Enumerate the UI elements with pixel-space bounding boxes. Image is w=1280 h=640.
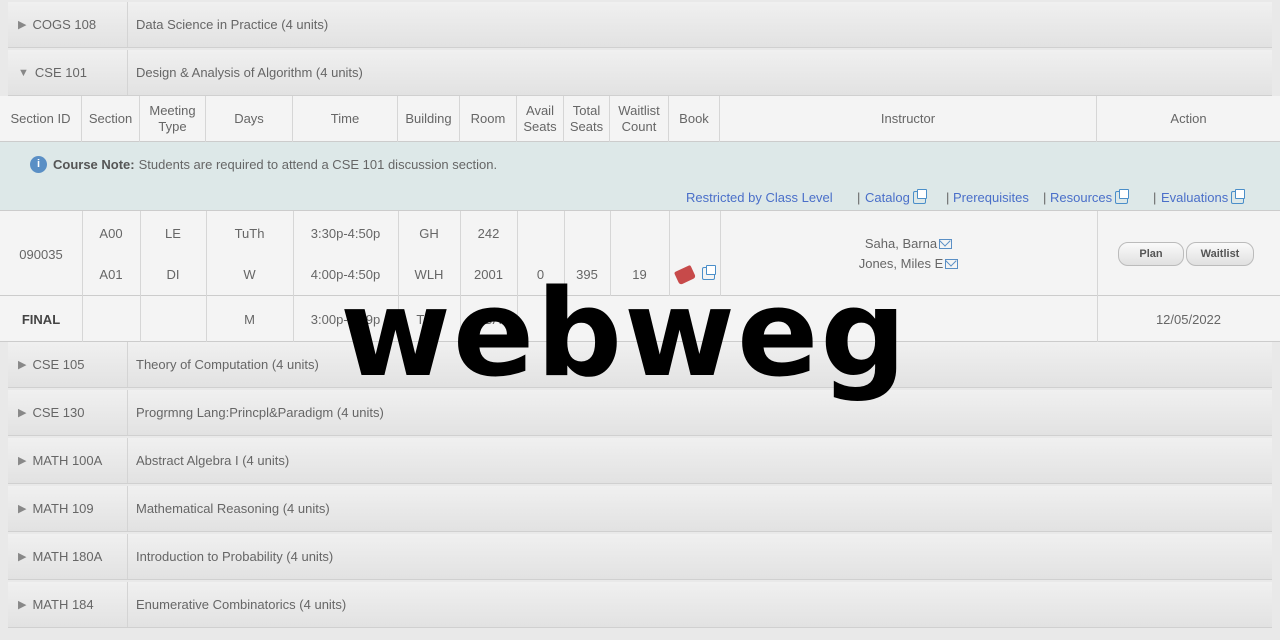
expand-triangle-icon[interactable]: ▶ <box>18 406 26 419</box>
waitlist-button[interactable]: Waitlist <box>1186 242 1254 266</box>
course-code: ▶ MATH 100A <box>8 438 128 483</box>
resources-link[interactable]: Resources <box>1050 189 1130 205</box>
course-row-math109[interactable]: ▶ MATH 109 Mathematical Reasoning (4 unit… <box>8 486 1272 532</box>
link-separator: | <box>946 190 950 205</box>
column-divider <box>82 211 83 296</box>
header-meeting-type: Meeting Type <box>140 96 206 142</box>
course-row-math100a[interactable]: ▶ MATH 100A Abstract Algebra I (4 units) <box>8 438 1272 484</box>
course-row-math180a[interactable]: ▶ MATH 180A Introduction to Probability (… <box>8 534 1272 580</box>
course-title: Mathematical Reasoning (4 units) <box>136 501 330 516</box>
course-row-cogs108[interactable]: ▶ COGS 108 Data Science in Practice (4 un… <box>8 2 1272 48</box>
course-note-text: Students are required to attend a CSE 10… <box>138 156 498 172</box>
expand-triangle-icon[interactable]: ▶ <box>18 598 26 611</box>
course-links-bar: Restricted by Class Level | Catalog | Pr… <box>0 186 1280 211</box>
instructor-1[interactable]: Saha, Barna <box>720 236 1097 251</box>
final-date: 12/05/2022 <box>1155 312 1222 327</box>
header-instructor: Instructor <box>720 96 1097 142</box>
header-room: Room <box>460 96 517 142</box>
header-time: Time <box>293 96 398 142</box>
room: 242 <box>477 226 500 241</box>
header-total-seats: Total Seats <box>564 96 610 142</box>
watermark-text: webweg <box>340 265 909 404</box>
catalog-link[interactable]: Catalog <box>865 189 927 205</box>
expand-triangle-icon[interactable]: ▶ <box>18 502 26 515</box>
expand-triangle-icon[interactable]: ▶ <box>18 18 26 31</box>
mail-icon[interactable] <box>945 259 959 269</box>
course-code: ▶ MATH 109 <box>8 486 128 531</box>
link-separator: | <box>1153 190 1157 205</box>
course-code: ▶ CSE 105 <box>8 342 128 387</box>
time: 3:30p-4:50p <box>310 226 381 241</box>
section-id: 090035 <box>19 247 63 262</box>
course-title: Theory of Computation (4 units) <box>136 357 319 372</box>
days: W <box>243 267 256 282</box>
link-separator: | <box>1043 190 1047 205</box>
final-days: M <box>244 312 255 327</box>
course-code: ▶ MATH 184 <box>8 582 128 627</box>
column-divider <box>140 211 141 296</box>
section-code: A00 <box>99 226 123 241</box>
building: GH <box>419 226 439 241</box>
prerequisites-link[interactable]: Prerequisites <box>953 190 1029 205</box>
evaluations-link[interactable]: Evaluations <box>1161 189 1246 205</box>
course-code: ▶ MATH 180A <box>8 534 128 579</box>
final-label: FINAL <box>21 312 61 327</box>
course-code: ▼ CSE 101 <box>8 50 128 95</box>
column-divider <box>1097 211 1098 296</box>
course-note: i Course Note: Students are required to … <box>0 142 1280 186</box>
link-separator: | <box>857 190 861 205</box>
course-code: ▶ CSE 130 <box>8 390 128 435</box>
column-divider <box>82 296 83 342</box>
header-section: Section <box>82 96 140 142</box>
restricted-link[interactable]: Restricted by Class Level <box>686 190 833 205</box>
expand-triangle-icon[interactable]: ▶ <box>18 550 26 563</box>
course-row-math184[interactable]: ▶ MATH 184 Enumerative Combinatorics (4 u… <box>8 582 1272 628</box>
mail-icon[interactable] <box>939 239 953 249</box>
course-title: Progrmng Lang:Princpl&Paradigm (4 units) <box>136 405 384 420</box>
expand-triangle-icon[interactable]: ▶ <box>18 358 26 371</box>
column-divider <box>206 211 207 296</box>
header-action: Action <box>1170 111 1207 126</box>
header-days: Days <box>206 96 293 142</box>
course-code: ▶ COGS 108 <box>8 2 128 47</box>
course-title: Enumerative Combinatorics (4 units) <box>136 597 347 612</box>
header-building: Building <box>398 96 460 142</box>
header-avail-seats: Avail Seats <box>517 96 564 142</box>
column-divider <box>140 296 141 342</box>
course-title: Design & Analysis of Algorithm (4 units) <box>136 65 363 80</box>
plan-button[interactable]: Plan <box>1118 242 1184 266</box>
course-note-label: Course Note: <box>53 156 135 172</box>
days: TuTh <box>234 226 265 241</box>
header-book: Book <box>669 96 720 142</box>
course-title: Introduction to Probability (4 units) <box>136 549 334 564</box>
collapse-triangle-icon[interactable]: ▼ <box>18 67 29 79</box>
expand-triangle-icon[interactable]: ▶ <box>18 454 26 467</box>
course-title: Abstract Algebra I (4 units) <box>136 453 290 468</box>
info-icon: i <box>30 155 47 173</box>
header-waitlist-count: Waitlist Count <box>610 96 669 142</box>
header-section-id: Section ID <box>0 96 82 142</box>
course-row-cse101[interactable]: ▼ CSE 101 Design & Analysis of Algorithm … <box>8 50 1272 96</box>
meeting-type: DI <box>166 267 180 282</box>
column-divider <box>293 211 294 296</box>
external-link-icon <box>1231 189 1246 204</box>
section-table-header: Section ID Section Meeting Type Days Tim… <box>0 96 1280 142</box>
external-link-icon <box>1115 189 1130 204</box>
meeting-type: LE <box>165 226 181 241</box>
external-link-icon <box>912 189 927 204</box>
course-title: Data Science in Practice (4 units) <box>136 17 329 32</box>
section-code: A01 <box>99 267 123 282</box>
